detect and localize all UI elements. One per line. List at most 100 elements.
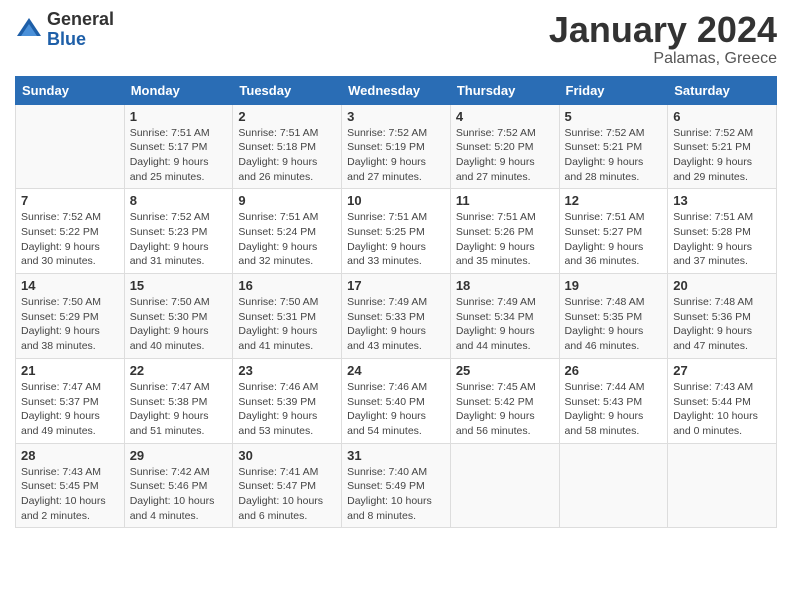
- calendar-week-row: 28 Sunrise: 7:43 AMSunset: 5:45 PMDayligh…: [16, 443, 777, 528]
- calendar-day-cell: 22 Sunrise: 7:47 AMSunset: 5:38 PMDayligh…: [124, 358, 233, 443]
- day-info: Sunrise: 7:52 AMSunset: 5:22 PMDaylight:…: [21, 210, 119, 269]
- calendar-body: 1 Sunrise: 7:51 AMSunset: 5:17 PMDaylight…: [16, 104, 777, 528]
- day-number: 9: [238, 193, 336, 208]
- day-info: Sunrise: 7:43 AMSunset: 5:44 PMDaylight:…: [673, 380, 771, 439]
- day-info: Sunrise: 7:51 AMSunset: 5:17 PMDaylight:…: [130, 126, 228, 185]
- calendar-day-cell: 4 Sunrise: 7:52 AMSunset: 5:20 PMDaylight…: [450, 104, 559, 189]
- calendar-day-cell: 2 Sunrise: 7:51 AMSunset: 5:18 PMDaylight…: [233, 104, 342, 189]
- day-info: Sunrise: 7:51 AMSunset: 5:26 PMDaylight:…: [456, 210, 554, 269]
- day-number: 6: [673, 109, 771, 124]
- day-info: Sunrise: 7:46 AMSunset: 5:40 PMDaylight:…: [347, 380, 445, 439]
- day-info: Sunrise: 7:40 AMSunset: 5:49 PMDaylight:…: [347, 465, 445, 524]
- calendar-week-row: 21 Sunrise: 7:47 AMSunset: 5:37 PMDayligh…: [16, 358, 777, 443]
- day-info: Sunrise: 7:51 AMSunset: 5:24 PMDaylight:…: [238, 210, 336, 269]
- day-number: 27: [673, 363, 771, 378]
- calendar-day-cell: 15Sunrise: 7:50 AMSunset: 5:30 PMDayligh…: [124, 274, 233, 359]
- day-number: 13: [673, 193, 771, 208]
- day-of-week-header: Thursday: [450, 76, 559, 104]
- day-info: Sunrise: 7:50 AMSunset: 5:31 PMDaylight:…: [238, 295, 336, 354]
- calendar-day-cell: 8 Sunrise: 7:52 AMSunset: 5:23 PMDaylight…: [124, 189, 233, 274]
- day-info: Sunrise: 7:52 AMSunset: 5:21 PMDaylight:…: [673, 126, 771, 185]
- calendar-day-cell: 1 Sunrise: 7:51 AMSunset: 5:17 PMDaylight…: [124, 104, 233, 189]
- calendar-day-cell: 31 Sunrise: 7:40 AMSunset: 5:49 PMDayligh…: [342, 443, 451, 528]
- day-info: Sunrise: 7:52 AMSunset: 5:23 PMDaylight:…: [130, 210, 228, 269]
- day-number: 26: [565, 363, 663, 378]
- day-number: 19: [565, 278, 663, 293]
- day-number: 10: [347, 193, 445, 208]
- day-number: 1: [130, 109, 228, 124]
- day-number: 14: [21, 278, 119, 293]
- calendar-day-cell: 20Sunrise: 7:48 AMSunset: 5:36 PMDayligh…: [668, 274, 777, 359]
- days-of-week-row: SundayMondayTuesdayWednesdayThursdayFrid…: [16, 76, 777, 104]
- day-info: Sunrise: 7:48 AMSunset: 5:36 PMDaylight:…: [673, 295, 771, 354]
- calendar-table: SundayMondayTuesdayWednesdayThursdayFrid…: [15, 76, 777, 529]
- calendar-day-cell: 10 Sunrise: 7:51 AMSunset: 5:25 PMDayligh…: [342, 189, 451, 274]
- day-info: Sunrise: 7:47 AMSunset: 5:38 PMDaylight:…: [130, 380, 228, 439]
- day-info: Sunrise: 7:51 AMSunset: 5:27 PMDaylight:…: [565, 210, 663, 269]
- location-subtitle: Palamas, Greece: [549, 50, 777, 68]
- calendar-day-cell: 24 Sunrise: 7:46 AMSunset: 5:40 PMDayligh…: [342, 358, 451, 443]
- day-number: 7: [21, 193, 119, 208]
- day-number: 30: [238, 448, 336, 463]
- day-info: Sunrise: 7:52 AMSunset: 5:20 PMDaylight:…: [456, 126, 554, 185]
- calendar-day-cell: 28 Sunrise: 7:43 AMSunset: 5:45 PMDayligh…: [16, 443, 125, 528]
- calendar-day-cell: [450, 443, 559, 528]
- day-of-week-header: Tuesday: [233, 76, 342, 104]
- day-info: Sunrise: 7:47 AMSunset: 5:37 PMDaylight:…: [21, 380, 119, 439]
- day-number: 5: [565, 109, 663, 124]
- day-number: 8: [130, 193, 228, 208]
- day-of-week-header: Friday: [559, 76, 668, 104]
- calendar-day-cell: 6 Sunrise: 7:52 AMSunset: 5:21 PMDaylight…: [668, 104, 777, 189]
- calendar-day-cell: 26Sunrise: 7:44 AMSunset: 5:43 PMDayligh…: [559, 358, 668, 443]
- day-of-week-header: Sunday: [16, 76, 125, 104]
- day-number: 17: [347, 278, 445, 293]
- calendar-day-cell: 17 Sunrise: 7:49 AMSunset: 5:33 PMDayligh…: [342, 274, 451, 359]
- day-info: Sunrise: 7:49 AMSunset: 5:34 PMDaylight:…: [456, 295, 554, 354]
- day-number: 15: [130, 278, 228, 293]
- calendar-day-cell: 3Sunrise: 7:52 AMSunset: 5:19 PMDaylight…: [342, 104, 451, 189]
- logo: General Blue: [15, 10, 114, 50]
- day-number: 21: [21, 363, 119, 378]
- day-info: Sunrise: 7:43 AMSunset: 5:45 PMDaylight:…: [21, 465, 119, 524]
- day-info: Sunrise: 7:50 AMSunset: 5:29 PMDaylight:…: [21, 295, 119, 354]
- day-number: 24: [347, 363, 445, 378]
- day-info: Sunrise: 7:51 AMSunset: 5:28 PMDaylight:…: [673, 210, 771, 269]
- day-of-week-header: Monday: [124, 76, 233, 104]
- day-number: 31: [347, 448, 445, 463]
- logo-blue-text: Blue: [47, 30, 114, 50]
- day-number: 22: [130, 363, 228, 378]
- calendar-day-cell: 16 Sunrise: 7:50 AMSunset: 5:31 PMDayligh…: [233, 274, 342, 359]
- calendar-day-cell: 12 Sunrise: 7:51 AMSunset: 5:27 PMDayligh…: [559, 189, 668, 274]
- day-number: 18: [456, 278, 554, 293]
- day-number: 11: [456, 193, 554, 208]
- calendar-day-cell: 21 Sunrise: 7:47 AMSunset: 5:37 PMDayligh…: [16, 358, 125, 443]
- calendar-day-cell: 9 Sunrise: 7:51 AMSunset: 5:24 PMDaylight…: [233, 189, 342, 274]
- day-number: 4: [456, 109, 554, 124]
- calendar-week-row: 1 Sunrise: 7:51 AMSunset: 5:17 PMDaylight…: [16, 104, 777, 189]
- day-info: Sunrise: 7:52 AMSunset: 5:19 PMDaylight:…: [347, 126, 445, 185]
- day-number: 23: [238, 363, 336, 378]
- calendar-day-cell: [559, 443, 668, 528]
- day-number: 12: [565, 193, 663, 208]
- day-of-week-header: Saturday: [668, 76, 777, 104]
- calendar-day-cell: [16, 104, 125, 189]
- day-number: 16: [238, 278, 336, 293]
- day-info: Sunrise: 7:51 AMSunset: 5:18 PMDaylight:…: [238, 126, 336, 185]
- calendar-day-cell: 14 Sunrise: 7:50 AMSunset: 5:29 PMDayligh…: [16, 274, 125, 359]
- month-title: January 2024: [549, 10, 777, 50]
- day-info: Sunrise: 7:49 AMSunset: 5:33 PMDaylight:…: [347, 295, 445, 354]
- calendar-day-cell: 11 Sunrise: 7:51 AMSunset: 5:26 PMDayligh…: [450, 189, 559, 274]
- day-info: Sunrise: 7:48 AMSunset: 5:35 PMDaylight:…: [565, 295, 663, 354]
- calendar-day-cell: 25Sunrise: 7:45 AMSunset: 5:42 PMDayligh…: [450, 358, 559, 443]
- day-number: 25: [456, 363, 554, 378]
- calendar-week-row: 7 Sunrise: 7:52 AMSunset: 5:22 PMDaylight…: [16, 189, 777, 274]
- calendar-day-cell: 29Sunrise: 7:42 AMSunset: 5:46 PMDayligh…: [124, 443, 233, 528]
- day-of-week-header: Wednesday: [342, 76, 451, 104]
- calendar-day-cell: 18 Sunrise: 7:49 AMSunset: 5:34 PMDayligh…: [450, 274, 559, 359]
- day-info: Sunrise: 7:51 AMSunset: 5:25 PMDaylight:…: [347, 210, 445, 269]
- day-number: 2: [238, 109, 336, 124]
- page-header: General Blue January 2024 Palamas, Greec…: [15, 10, 777, 68]
- calendar-day-cell: 7 Sunrise: 7:52 AMSunset: 5:22 PMDaylight…: [16, 189, 125, 274]
- day-info: Sunrise: 7:52 AMSunset: 5:21 PMDaylight:…: [565, 126, 663, 185]
- day-number: 28: [21, 448, 119, 463]
